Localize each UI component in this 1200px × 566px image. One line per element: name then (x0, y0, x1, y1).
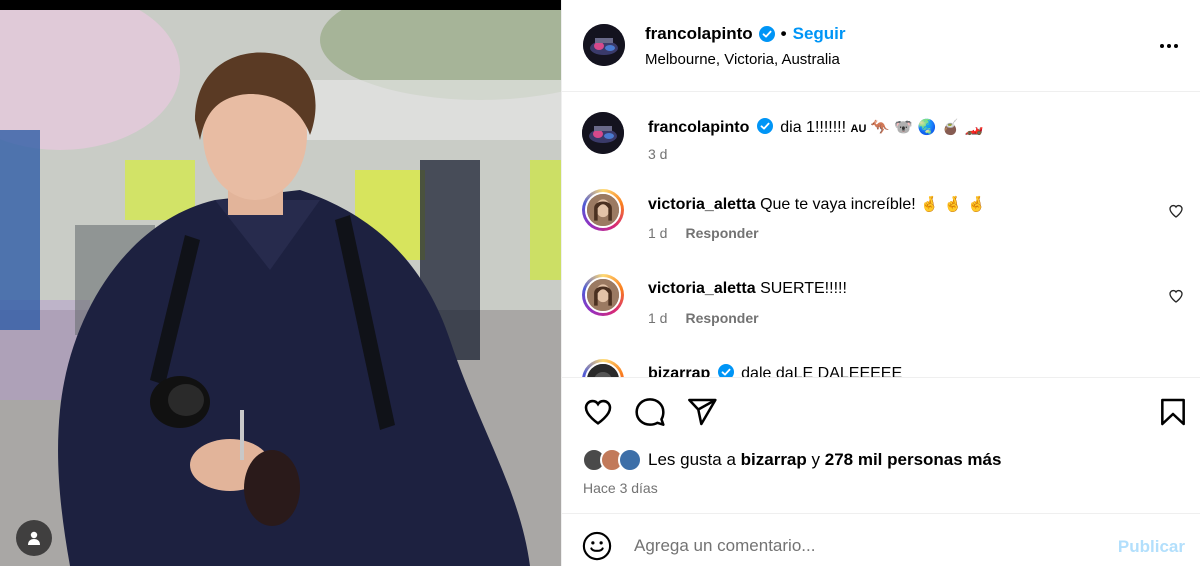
comment-meta: 1 d Responder (648, 310, 759, 326)
caption-text: dia 1!!!!!!! (780, 119, 847, 136)
caption-text-line: francolapinto dia 1!!!!!!! AU 🦘 🐨 🌏 🧉 🏎️ (648, 116, 1148, 140)
commenter-avatar-image (587, 194, 619, 226)
comment-text-line: bizarrap dale daLE DALEEEEE (648, 363, 1148, 377)
likes-first-user[interactable]: bizarrap (741, 450, 807, 469)
publish-button[interactable]: Publicar (1118, 537, 1185, 557)
heart-icon[interactable] (1168, 203, 1184, 219)
verified-badge-icon (758, 26, 775, 42)
commenter-avatar-image (587, 279, 619, 311)
comment-username[interactable]: victoria_aletta (648, 280, 756, 297)
author-avatar[interactable] (583, 24, 625, 66)
post-side-panel: francolapinto • Seguir Melbourne, Victor… (561, 0, 1200, 566)
caption-meta: 3 d (648, 146, 667, 162)
heart-icon[interactable] (1168, 288, 1184, 304)
caption-time[interactable]: 3 d (648, 146, 667, 162)
caption-au-text: AU (850, 123, 867, 135)
comment-text: Que te vaya increíble! (760, 196, 916, 213)
comment-username[interactable]: victoria_aletta (648, 196, 756, 213)
post-location[interactable]: Melbourne, Victoria, Australia (645, 51, 840, 68)
commenter-avatar[interactable] (582, 189, 624, 231)
caption-emojis: 🦘 🐨 🌏 🧉 🏎️ (870, 118, 984, 136)
post-photo[interactable] (0, 0, 561, 566)
post-header: francolapinto • Seguir Melbourne, Victor… (562, 0, 1200, 92)
comment-time[interactable]: 1 d (648, 310, 667, 326)
comment-icon[interactable] (634, 396, 666, 428)
comment-username[interactable]: bizarrap (648, 365, 710, 377)
separator-dot: • (780, 24, 787, 43)
comment-emojis: 🤞 🤞 🤞 (920, 195, 986, 213)
likes-summary: Les gusta a bizarrap y 278 mil personas … (582, 448, 1001, 472)
comment-text: SUERTE!!!!! (760, 280, 847, 297)
comment-time[interactable]: 1 d (648, 225, 667, 241)
user-tag-button[interactable] (16, 520, 52, 556)
comment-composer: Publicar (562, 513, 1200, 566)
caption-username[interactable]: francolapinto (648, 119, 749, 136)
likes-text: Les gusta a bizarrap y 278 mil personas … (648, 450, 1001, 470)
likes-others-link[interactable]: 278 mil personas más (825, 450, 1002, 469)
comment-meta: 1 d Responder (648, 225, 759, 241)
reply-button[interactable]: Responder (685, 310, 758, 326)
verified-badge-icon (756, 118, 773, 134)
share-icon[interactable] (686, 396, 718, 428)
post-time-ago[interactable]: Hace 3 días (583, 480, 658, 496)
caption-author-avatar[interactable] (582, 112, 624, 154)
photo-image (0, 10, 561, 566)
follow-button[interactable]: Seguir (793, 24, 846, 44)
user-tag-icon (28, 531, 40, 545)
commenter-avatar[interactable] (582, 274, 624, 316)
caption-author-avatar-image (582, 112, 624, 154)
commenter-avatar-image (587, 364, 619, 377)
post-author-username[interactable]: francolapinto (645, 24, 753, 44)
comment-text: dale daLE DALEEEEE (741, 365, 903, 377)
author-avatar-image (583, 24, 625, 66)
post-actions: Les gusta a bizarrap y 278 mil personas … (562, 377, 1200, 513)
comments-list[interactable]: francolapinto dia 1!!!!!!! AU 🦘 🐨 🌏 🧉 🏎️… (562, 93, 1200, 377)
comment-text-line: victoria_aletta SUERTE!!!!! (648, 278, 1148, 300)
comment-input[interactable] (634, 532, 1094, 560)
photo-top-bar (0, 0, 561, 10)
heart-icon[interactable] (582, 396, 614, 428)
commenter-avatar[interactable] (582, 359, 624, 377)
emoji-icon[interactable] (582, 531, 612, 561)
likes-prefix: Les gusta a (648, 450, 736, 469)
liker-avatar[interactable] (618, 448, 642, 472)
post-author-line: francolapinto • Seguir (645, 24, 846, 44)
bookmark-icon[interactable] (1157, 396, 1189, 428)
reply-button[interactable]: Responder (685, 225, 758, 241)
verified-badge-icon (717, 364, 734, 377)
more-options-icon[interactable] (1157, 36, 1181, 56)
comment-text-line: victoria_aletta Que te vaya increíble! 🤞… (648, 193, 1148, 216)
likes-middle: y (811, 450, 821, 469)
